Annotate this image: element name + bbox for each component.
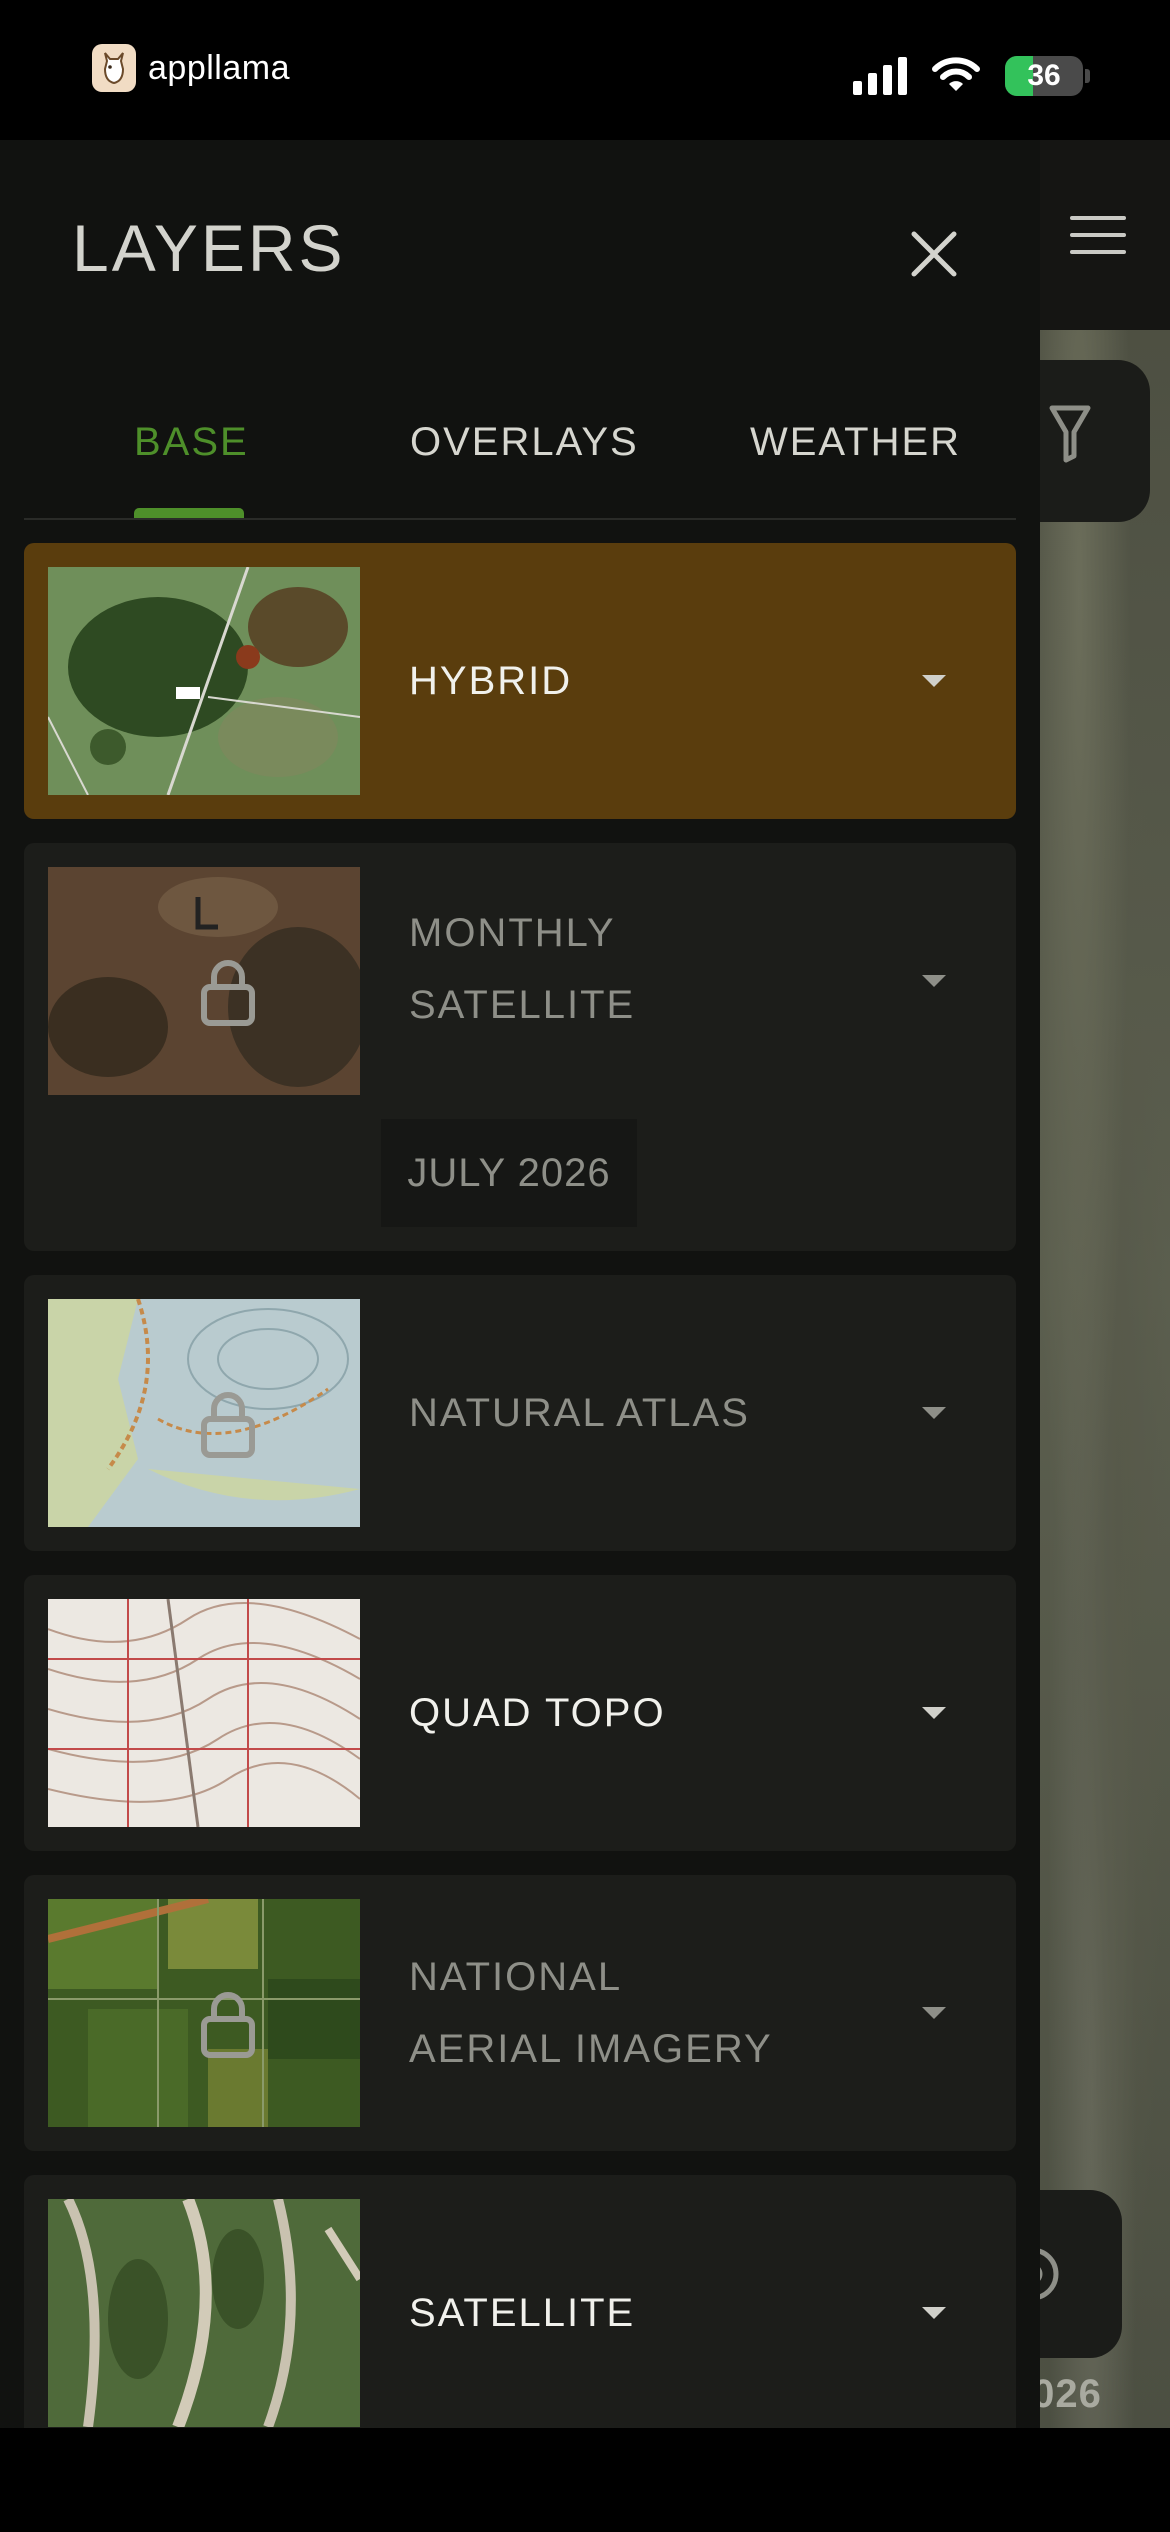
- chevron-down-icon: [922, 1407, 946, 1419]
- close-icon[interactable]: [900, 220, 968, 288]
- app-brand: appllama: [92, 44, 290, 92]
- battery-icon: 36: [1005, 56, 1090, 96]
- layer-name: HYBRID: [409, 659, 573, 703]
- tab-base[interactable]: BASE: [134, 420, 249, 465]
- status-icons: 36: [853, 56, 1090, 96]
- battery-level: 36: [1027, 59, 1061, 92]
- layer-card-quad-topo[interactable]: QUAD TOPO: [24, 1575, 1016, 1851]
- filter-icon: [1049, 405, 1091, 463]
- layer-name: NATURAL ATLAS: [409, 1391, 750, 1435]
- lock-icon: [201, 960, 255, 1026]
- layer-thumbnail-natural-atlas: [48, 1299, 360, 1527]
- menu-icon[interactable]: [1070, 216, 1126, 256]
- layer-name: NATIONAL AERIAL IMAGERY: [409, 1955, 773, 2071]
- layer-card-satellite[interactable]: SATELLITE: [24, 2175, 1016, 2428]
- chevron-down-icon[interactable]: [922, 1707, 946, 1719]
- active-tab-indicator: [134, 508, 244, 518]
- layer-card-monthly-satellite[interactable]: MONTHLY SATELLITE JULY 2026: [24, 843, 1016, 1251]
- lock-icon: [201, 1992, 255, 2058]
- signal-icon: [853, 57, 907, 95]
- chevron-down-icon: [922, 2007, 946, 2019]
- layer-card-natural-atlas[interactable]: NATURAL ATLAS: [24, 1275, 1016, 1551]
- chevron-down-icon[interactable]: [922, 2307, 946, 2319]
- app-logo-icon: [92, 44, 136, 92]
- layer-thumbnail-national-aerial-imagery: [48, 1899, 360, 2127]
- layer-name: SATELLITE: [409, 2291, 636, 2335]
- tab-overlays[interactable]: OVERLAYS: [410, 420, 639, 465]
- wifi-icon: [932, 57, 980, 91]
- bottom-safe-area: [0, 2428, 1170, 2532]
- layer-thumbnail-monthly-satellite: [48, 867, 360, 1095]
- layer-card-national-aerial-imagery[interactable]: NATIONAL AERIAL IMAGERY: [24, 1875, 1016, 2151]
- layer-name: MONTHLY SATELLITE: [409, 911, 636, 1027]
- chevron-down-icon: [922, 975, 946, 987]
- layer-card-hybrid[interactable]: HYBRID: [24, 543, 1016, 819]
- status-bar: appllama 36: [0, 0, 1170, 140]
- chevron-down-icon[interactable]: [922, 675, 946, 687]
- date-selector[interactable]: JULY 2026: [381, 1119, 637, 1227]
- layer-name: QUAD TOPO: [409, 1691, 666, 1735]
- layers-panel: LAYERS BASE OVERLAYS WEATHER HYBRID MONT…: [0, 140, 1040, 2428]
- app-name: appllama: [148, 48, 290, 87]
- page-title: LAYERS: [72, 211, 346, 285]
- layer-thumbnail-satellite: [48, 2199, 360, 2427]
- layer-tabs: BASE OVERLAYS WEATHER: [24, 390, 1016, 520]
- layer-list: HYBRID MONTHLY SATELLITE JULY 2026 NATUR…: [24, 543, 1016, 2428]
- layer-thumbnail-hybrid: [48, 567, 360, 795]
- lock-icon: [201, 1392, 255, 1458]
- tab-weather[interactable]: WEATHER: [750, 420, 961, 465]
- layer-thumbnail-quad-topo: [48, 1599, 360, 1827]
